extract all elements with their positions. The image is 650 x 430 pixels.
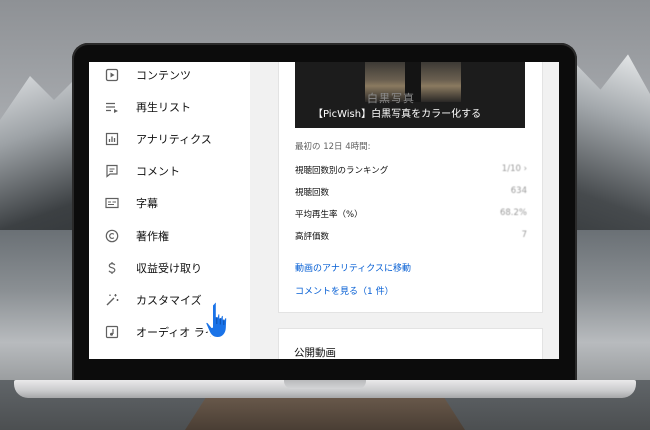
first-hours-label: 最初の 12日 4時間:	[295, 142, 371, 152]
laptop-notch	[284, 380, 366, 389]
stat-label: 視聴回数	[295, 188, 330, 198]
copyright-icon	[104, 228, 120, 244]
sidebar-item-label: 収益受け取り	[136, 262, 202, 275]
stat-value: 634	[510, 186, 527, 196]
dollar-icon	[104, 260, 120, 276]
sidebar-item-analytics[interactable]: アナリティクス	[89, 125, 250, 153]
sidebar-item-content[interactable]: コンテンツ	[89, 62, 250, 89]
laptop-screen: コンテンツ 再生リスト アナリティクス コメント 字幕 著作権 収益受け取り カ…	[89, 62, 559, 359]
stat-row[interactable]: 視聴回数別のランキング 1/10 ›	[295, 164, 527, 178]
audio-library-icon	[104, 324, 120, 340]
stat-row: 視聴回数 634	[295, 186, 527, 200]
comment-icon	[104, 163, 120, 179]
magic-wand-icon	[104, 292, 120, 308]
stat-value: 68.2%	[499, 208, 527, 218]
video-play-icon	[104, 67, 120, 83]
sidebar-item-comments[interactable]: コメント	[89, 157, 250, 185]
view-comments-link[interactable]: コメントを見る（1 件）	[295, 284, 394, 297]
video-analytics-link[interactable]: 動画のアナリティクスに移動	[295, 261, 411, 274]
sidebar-item-label: カスタマイズ	[136, 294, 202, 307]
video-thumbnail[interactable]: 白黒写真 【PicWish】白黒写真をカラー化する	[295, 62, 525, 128]
sidebar-item-label: 著作権	[136, 230, 169, 243]
playlist-icon	[104, 99, 120, 115]
latest-video-card: 白黒写真 【PicWish】白黒写真をカラー化する 最初の 12日 4時間: 視…	[278, 62, 543, 313]
sidebar-item-label: アナリティクス	[136, 133, 212, 146]
stat-label: 平均再生率（%）	[295, 210, 363, 220]
subtitles-icon	[104, 195, 120, 211]
thumbnail-overlay-text: 白黒写真	[367, 92, 415, 105]
stat-value: 1/10 ›	[501, 164, 527, 174]
sidebar-item-playlists[interactable]: 再生リスト	[89, 93, 250, 121]
sidebar-item-copyright[interactable]: 著作権	[89, 222, 250, 250]
sidebar-item-label: 字幕	[136, 197, 158, 210]
sidebar-item-subtitles[interactable]: 字幕	[89, 189, 250, 217]
stat-row: 平均再生率（%） 68.2%	[295, 208, 527, 222]
published-videos-card: 公開動画	[278, 328, 543, 359]
analytics-icon	[104, 131, 120, 147]
video-title: 【PicWish】白黒写真をカラー化する	[313, 109, 482, 120]
stat-label: 高評価数	[295, 232, 330, 242]
stat-value: 7	[521, 230, 527, 240]
stat-row: 高評価数 7	[295, 230, 527, 244]
hand-pointer-icon	[202, 300, 236, 342]
card-title: 公開動画	[294, 347, 336, 359]
background-dock	[185, 395, 465, 430]
stat-label: 視聴回数別のランキング	[295, 166, 389, 176]
sidebar-item-label: 再生リスト	[136, 101, 191, 114]
sidebar-item-label: コンテンツ	[136, 69, 191, 82]
sidebar-item-label: コメント	[136, 165, 180, 178]
sidebar-item-monetization[interactable]: 収益受け取り	[89, 254, 250, 282]
sidebar-gutter	[250, 62, 270, 359]
